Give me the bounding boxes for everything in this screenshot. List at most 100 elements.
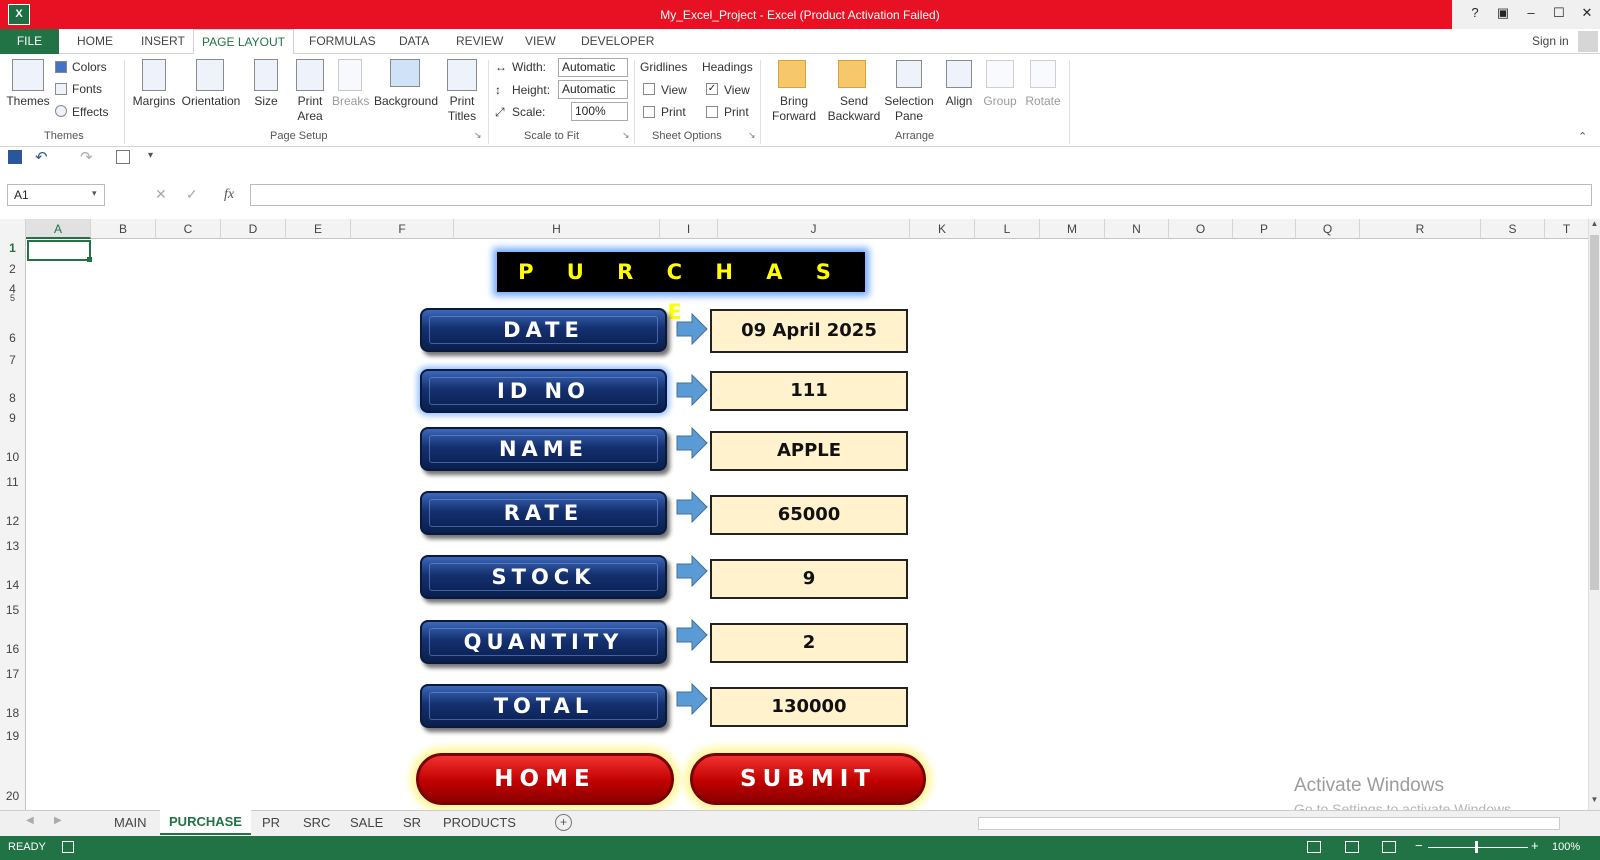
tab-data[interactable]: DATA [399, 34, 429, 48]
height-select[interactable]: Automatic [558, 80, 628, 99]
column-header[interactable]: R [1360, 219, 1481, 239]
zoom-out-icon[interactable]: − [1415, 838, 1423, 853]
customize-qat-icon[interactable]: ▾ [148, 150, 153, 161]
sheet-tab-pr[interactable]: PR [262, 815, 280, 830]
insert-function-button[interactable]: fx [224, 187, 234, 203]
row-header[interactable]: 1 [0, 241, 25, 255]
scroll-up-icon[interactable]: ▲ [1589, 219, 1600, 233]
print-titles-button[interactable]: Print Titles [442, 94, 482, 124]
name-box[interactable]: A1 [7, 184, 105, 206]
column-header[interactable]: F [351, 219, 454, 239]
scroll-down-icon[interactable]: ▼ [1589, 795, 1600, 809]
custom-macro-icon[interactable] [116, 150, 130, 164]
column-header[interactable]: S [1481, 219, 1545, 239]
sheet-tab-sr[interactable]: SR [403, 815, 421, 830]
width-select[interactable]: Automatic [558, 58, 628, 77]
zoom-level[interactable]: 100% [1552, 841, 1580, 853]
select-all-corner[interactable] [0, 219, 26, 239]
send-backward-button[interactable]: Send Backward [824, 94, 884, 124]
headings-print-checkbox[interactable] [706, 106, 718, 118]
tab-home[interactable]: HOME [77, 34, 113, 48]
column-header[interactable]: I [660, 219, 718, 239]
sheet-tab-sale[interactable]: SALE [350, 815, 383, 830]
sheet-options-launcher-icon[interactable]: ↘ [748, 130, 756, 141]
home-button[interactable]: HOME [416, 753, 674, 805]
name-box-dropdown-icon[interactable]: ▾ [92, 188, 97, 199]
effects-button[interactable]: Effects [72, 105, 108, 119]
column-header[interactable]: M [1040, 219, 1105, 239]
scale-spinner[interactable]: 100% [571, 102, 628, 121]
row-header[interactable]: 16 [0, 642, 25, 656]
zoom-slider[interactable] [1428, 847, 1528, 848]
horizontal-scrollbar[interactable] [978, 817, 1560, 830]
total-value[interactable]: 130000 [710, 687, 908, 727]
scroll-thumb[interactable] [1590, 235, 1599, 590]
date-value[interactable]: 09 April 2025 [710, 309, 908, 353]
cancel-icon[interactable]: ✕ [155, 186, 167, 203]
row-header[interactable]: 12 [0, 514, 25, 528]
total-label-button[interactable]: TOTAL [420, 684, 667, 728]
id-no-value[interactable]: 111 [710, 371, 908, 411]
column-header[interactable]: H [454, 219, 660, 239]
print-area-button[interactable]: Print Area [292, 94, 328, 124]
headings-view-checkbox[interactable]: ✓ [706, 83, 718, 95]
tab-review[interactable]: REVIEW [456, 34, 503, 48]
row-header[interactable]: 8 [0, 391, 25, 405]
fill-handle[interactable] [87, 257, 92, 262]
user-avatar-icon[interactable] [1578, 31, 1598, 52]
gridlines-print-checkbox[interactable] [643, 106, 655, 118]
stock-label-button[interactable]: STOCK [420, 555, 667, 599]
name-label-button[interactable]: NAME [420, 427, 667, 471]
name-value[interactable]: APPLE [710, 431, 908, 471]
margins-button[interactable]: Margins [130, 94, 178, 109]
align-button[interactable]: Align [940, 94, 978, 109]
sheet-tab-src[interactable]: SRC [303, 815, 330, 830]
orientation-button[interactable]: Orientation [180, 94, 242, 109]
save-icon[interactable] [8, 150, 22, 164]
maximize-button[interactable]: ☐ [1548, 5, 1570, 23]
column-header[interactable]: T [1545, 219, 1588, 239]
column-header[interactable]: N [1105, 219, 1169, 239]
row-header[interactable]: 13 [0, 539, 25, 553]
page-layout-view-icon[interactable] [1345, 841, 1359, 853]
colors-button[interactable]: Colors [72, 60, 107, 74]
date-label-button[interactable]: DATE [420, 308, 667, 352]
row-header[interactable]: 20 [0, 789, 25, 803]
quantity-label-button[interactable]: QUANTITY [420, 620, 667, 664]
formula-input[interactable] [250, 184, 1592, 206]
row-header[interactable]: 10 [0, 450, 25, 464]
column-header[interactable]: L [975, 219, 1040, 239]
scroll-tabs-right-icon[interactable]: ▶ [54, 815, 62, 826]
column-header[interactable]: P [1233, 219, 1296, 239]
scale-launcher-icon[interactable]: ↘ [622, 130, 630, 141]
minimize-button[interactable]: – [1520, 5, 1542, 23]
enter-icon[interactable]: ✓ [186, 186, 198, 203]
column-header[interactable]: O [1169, 219, 1233, 239]
page-setup-launcher-icon[interactable]: ↘ [474, 130, 482, 141]
row-header[interactable]: 9 [0, 411, 25, 425]
new-sheet-icon[interactable]: + [555, 814, 572, 831]
column-header[interactable]: A [26, 219, 91, 239]
row-header[interactable]: 14 [0, 578, 25, 592]
quantity-value[interactable]: 2 [710, 623, 908, 663]
fonts-button[interactable]: Fonts [72, 82, 102, 96]
gridlines-view-checkbox[interactable] [643, 83, 655, 95]
row-header[interactable]: 5 [0, 293, 25, 303]
sheet-tab-products[interactable]: PRODUCTS [443, 815, 516, 830]
size-button[interactable]: Size [250, 94, 282, 109]
sheet-tab-main[interactable]: MAIN [114, 815, 147, 830]
row-header[interactable]: 17 [0, 667, 25, 681]
undo-icon[interactable]: ↶ [35, 148, 48, 166]
help-button[interactable]: ? [1464, 5, 1486, 23]
stock-value[interactable]: 9 [710, 559, 908, 599]
tab-page-layout[interactable]: PAGE LAYOUT [193, 29, 294, 55]
ribbon-display-options-icon[interactable]: ▣ [1492, 5, 1514, 23]
row-header[interactable]: 7 [0, 353, 25, 367]
tab-insert[interactable]: INSERT [141, 34, 185, 48]
close-button[interactable]: ✕ [1576, 5, 1598, 23]
row-header[interactable]: 18 [0, 706, 25, 720]
column-header[interactable]: B [91, 219, 156, 239]
row-header[interactable]: 2 [0, 262, 25, 276]
selected-cell-a1[interactable] [27, 240, 91, 261]
sheet-tab-purchase[interactable]: PURCHASE [160, 810, 251, 835]
